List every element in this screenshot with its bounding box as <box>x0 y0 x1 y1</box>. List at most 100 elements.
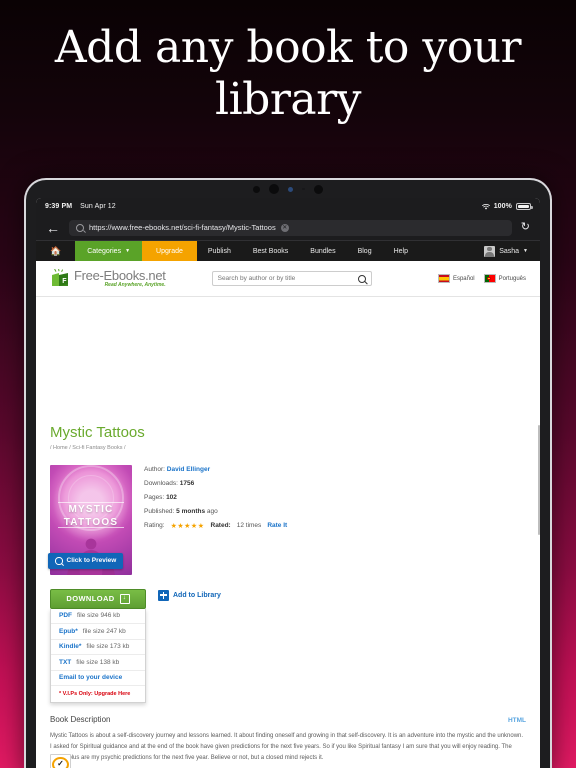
nav-item-blog[interactable]: Blog <box>347 241 383 261</box>
book-summary-row: MYSTIC TATTOOS Click to Preview Author: … <box>48 464 526 575</box>
star-rating-icon: ★★★★★ <box>170 522 205 530</box>
download-option-kindle[interactable]: Kindle* file size 173 kb <box>51 640 145 655</box>
format-label: PDF <box>59 612 72 620</box>
email-label: Email to your device <box>59 674 123 682</box>
search-icon <box>55 557 63 565</box>
page-title: Mystic Tattoos <box>50 424 145 441</box>
format-label: TXT <box>59 658 72 666</box>
logo-name: Free-Ebooks.net <box>74 268 166 283</box>
nav-label: Publish <box>207 247 231 255</box>
search-icon[interactable] <box>357 274 366 283</box>
language-label: Português <box>498 275 526 282</box>
meta-rating: Rating: ★★★★★ Rated: 12 times Rate It <box>144 521 287 530</box>
pages-value: 102 <box>166 493 177 501</box>
nav-label: Upgrade <box>156 247 183 255</box>
address-bar[interactable]: https://www.free-ebooks.net/sci-fi-fanta… <box>69 219 512 236</box>
breadcrumb: / Home / Sci-fi Fantasy Books / <box>50 444 126 451</box>
cover-title-line-1: MYSTIC <box>68 504 114 516</box>
vip-upgrade-note[interactable]: * V.I.Ps Only: Upgrade Here <box>51 686 145 702</box>
download-area: DOWNLOAD PDF file size 946 kb Epub* <box>50 588 526 703</box>
description-text: Mystic Tattoos is about a self-discovery… <box>50 732 524 761</box>
download-option-epub[interactable]: Epub* file size 247 kb <box>51 624 145 640</box>
sensor-dot-icon <box>253 185 261 193</box>
download-format-menu: PDF file size 946 kb Epub* file size 247… <box>50 608 146 703</box>
logo-tagline: Read Anywhere, Anytime. <box>104 282 166 288</box>
rated-times: 12 times <box>236 521 262 529</box>
meta-downloads: Downloads: 1756 <box>144 479 287 488</box>
downloads-label: Downloads: <box>144 479 178 487</box>
download-option-pdf[interactable]: PDF file size 946 kb <box>51 609 145 624</box>
site-logo[interactable]: F Free-Ebooks.net Read Anywhere, Anytime… <box>50 268 166 288</box>
home-icon: 🏠 <box>50 245 62 256</box>
add-to-library-icon <box>158 589 169 601</box>
add-to-library-button[interactable]: Add to Library <box>158 589 221 601</box>
nav-item-help[interactable]: Help <box>383 241 419 261</box>
meta-pages: Pages: 102 <box>144 493 287 502</box>
published-label: Published: <box>144 507 175 515</box>
nav-user-menu[interactable]: Sasha ▼ <box>473 241 540 261</box>
published-suffix: ago <box>206 507 218 515</box>
rate-it-link[interactable]: Rate It <box>267 522 287 530</box>
download-option-email[interactable]: Email to your device <box>51 671 145 686</box>
cover-divider-line <box>58 501 124 503</box>
format-size: file size 138 kb <box>76 658 120 666</box>
download-option-txt[interactable]: TXT file size 138 kb <box>51 655 145 671</box>
promo-headline: Add any book to your library <box>54 22 522 125</box>
downloads-value: 1756 <box>179 479 195 487</box>
battery-full-icon <box>516 203 533 210</box>
nav-item-bundles[interactable]: Bundles <box>299 241 346 261</box>
nav-label: Help <box>393 247 408 255</box>
site-navigation: 🏠 Categories ▼ Upgrade Publish Best Book… <box>36 241 540 261</box>
nav-item-publish[interactable]: Publish <box>197 241 242 261</box>
reload-icon[interactable]: ↻ <box>521 222 530 233</box>
nav-label: Categories <box>87 247 122 255</box>
back-arrow-icon[interactable]: ← <box>46 221 60 235</box>
book-description-section: Book Description HTML Mystic Tattoos is … <box>50 715 526 764</box>
scrollbar[interactable] <box>538 425 540 535</box>
nav-item-upgrade[interactable]: Upgrade <box>142 241 197 261</box>
search-input[interactable] <box>217 275 358 282</box>
book-detail-content: Mystic Tattoos / Home / Sci-fi Fantasy B… <box>36 424 540 764</box>
html-version-link[interactable]: HTML <box>508 717 526 724</box>
download-label: DOWNLOAD <box>66 594 115 603</box>
author-link[interactable]: David Ellinger <box>167 466 210 473</box>
language-switcher: Español Português <box>437 274 526 283</box>
download-icon <box>119 593 130 604</box>
status-time: 9:39 PM <box>45 203 73 210</box>
address-bar-url: https://www.free-ebooks.net/sci-fi-fanta… <box>89 223 276 232</box>
add-to-library-label: Add to Library <box>173 591 221 599</box>
download-button[interactable]: DOWNLOAD <box>50 588 146 609</box>
device-bezel-sensors <box>26 180 550 198</box>
format-size: file size 946 kb <box>77 612 120 620</box>
battery-percent: 100% <box>493 203 512 210</box>
language-label: Español <box>452 275 475 282</box>
status-date: Sun Apr 12 <box>80 203 116 210</box>
nav-item-categories[interactable]: Categories ▼ <box>75 241 143 261</box>
norton-secured-badge[interactable]: ✓ Norton <box>50 754 71 768</box>
rating-label: Rating: <box>144 521 165 529</box>
nav-home-button[interactable]: 🏠 <box>36 241 75 261</box>
site-search[interactable] <box>211 271 372 286</box>
clear-x-icon[interactable]: ✕ <box>280 223 289 232</box>
book-metadata: Author: David Ellinger Downloads: 1756 P… <box>144 465 287 575</box>
microphone-icon <box>302 187 305 191</box>
author-label: Author: <box>144 465 165 473</box>
tablet-device-frame: 9:39 PM Sun Apr 12 100% ← https://www.fr… <box>24 178 552 768</box>
svg-text:F: F <box>62 278 67 285</box>
language-option-spanish[interactable]: Español <box>437 274 475 283</box>
device-screen: 9:39 PM Sun Apr 12 100% ← https://www.fr… <box>36 198 540 768</box>
nav-item-best-books[interactable]: Best Books <box>242 241 299 261</box>
published-value: 5 months <box>176 507 206 515</box>
click-to-preview-button[interactable]: Click to Preview <box>48 553 124 569</box>
format-size: file size 173 kb <box>86 643 130 651</box>
book-cover-container: MYSTIC TATTOOS Click to Preview <box>48 464 132 575</box>
meta-author: Author: David Ellinger <box>144 465 287 474</box>
flag-portugal-icon <box>483 274 496 283</box>
rated-label: Rated: <box>210 521 231 529</box>
language-option-portuguese[interactable]: Português <box>483 274 526 283</box>
wifi-icon <box>481 203 490 210</box>
chevron-down-icon: ▼ <box>125 248 131 254</box>
page-body: Mystic Tattoos / Home / Sci-fi Fantasy B… <box>36 297 540 768</box>
proximity-sensor-icon <box>313 184 323 194</box>
nav-label: Best Books <box>252 247 289 255</box>
